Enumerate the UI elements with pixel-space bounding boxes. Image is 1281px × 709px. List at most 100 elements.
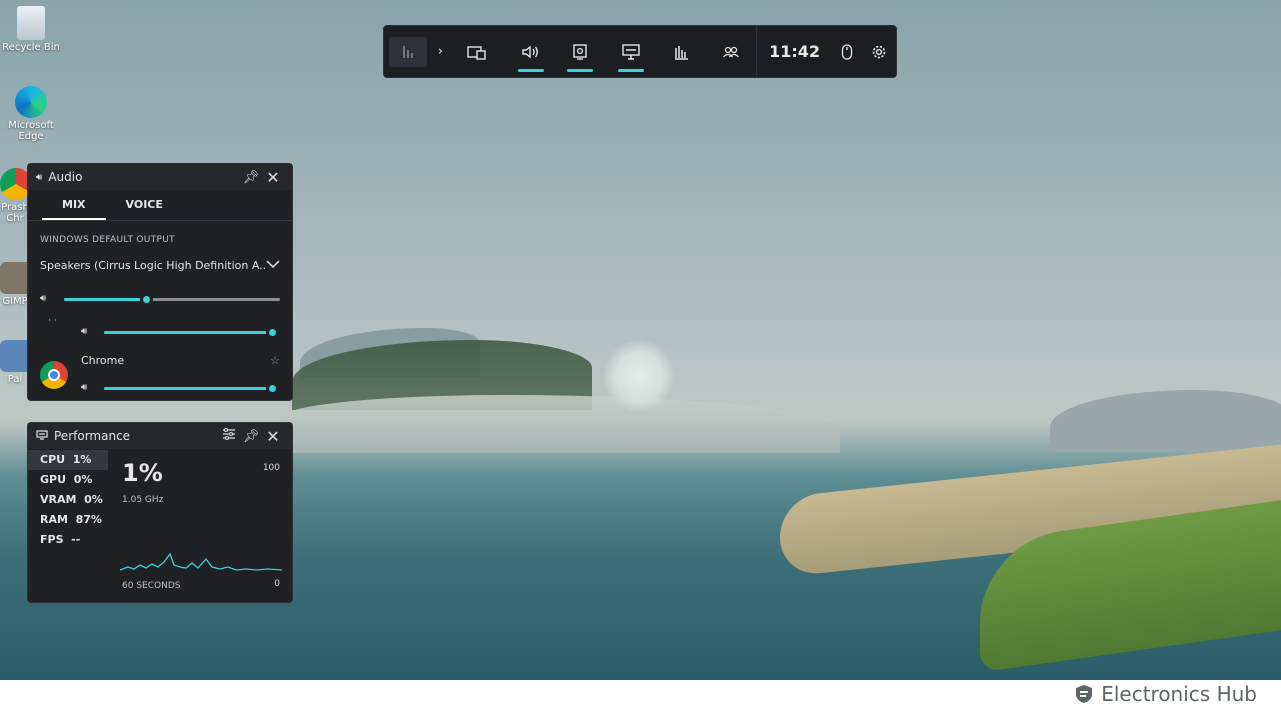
bar-chart-icon	[675, 45, 688, 60]
slider-knob[interactable]	[266, 326, 279, 339]
tab-mix[interactable]: MIX	[42, 190, 106, 220]
recycle-bin-icon	[17, 6, 45, 40]
scenery-sand	[280, 395, 840, 453]
desktop-icon-recycle-bin[interactable]: Recycle Bin	[0, 6, 62, 53]
cpu-usage-graph	[120, 552, 282, 571]
active-indicator	[517, 69, 544, 72]
performance-header: Performance 📌︎ ✕	[28, 423, 292, 449]
capture-icon	[467, 45, 486, 60]
edge-icon	[15, 86, 47, 118]
brand-electronics: Electronics	[1101, 682, 1211, 706]
metric-cpu[interactable]: CPU 1%	[28, 450, 108, 470]
app-icon-partial: · ·	[48, 316, 57, 326]
speaker-icon: 🔊︎	[36, 171, 43, 183]
tab-voice[interactable]: VOICE	[106, 190, 183, 220]
speaker-icon: 🔊︎	[81, 382, 88, 393]
speaker-icon	[521, 45, 538, 58]
chevron-down-icon	[266, 259, 280, 272]
desktop-icon-label: GIMP	[2, 296, 28, 307]
gimp-icon	[0, 262, 30, 294]
capture-button[interactable]	[448, 25, 506, 78]
brand-logo-icon	[1076, 685, 1093, 703]
brand-watermark: Electronics Hub	[1075, 682, 1257, 706]
people-icon	[722, 46, 739, 57]
pin-icon[interactable]: 📌︎	[240, 170, 262, 185]
scenery-sun	[603, 340, 675, 412]
monitor-icon	[36, 429, 48, 443]
cpu-frequency: 1.05 GHz	[122, 495, 164, 505]
performance-widget: Performance 📌︎ ✕ CPU 1% GPU 0% VRAM 0% R…	[27, 422, 293, 603]
resources-widget-button[interactable]	[555, 25, 606, 78]
desktop-icon-chrome[interactable]: Prash Chr	[0, 168, 30, 224]
paint-icon	[0, 340, 30, 372]
metric-label: CPU	[40, 453, 66, 466]
metric-list: CPU 1% GPU 0% VRAM 0% RAM 87% FPS --	[28, 450, 108, 550]
app-name-chrome: Chrome	[81, 354, 125, 367]
stats-widget-button[interactable]	[657, 25, 706, 78]
metric-label: FPS	[40, 533, 64, 546]
slider-knob[interactable]	[266, 382, 279, 395]
graph-min-label: 0	[274, 579, 280, 589]
metric-label: VRAM	[40, 493, 77, 506]
audio-title: Audio	[48, 170, 83, 184]
graph-max-label: 100	[262, 463, 280, 473]
star-icon[interactable]: ☆	[270, 354, 280, 367]
desktop-icon-paint[interactable]: Pai	[0, 340, 30, 385]
bar-chart-icon	[389, 36, 428, 67]
metric-vram[interactable]: VRAM 0%	[28, 490, 108, 510]
metric-value: 87%	[75, 513, 102, 526]
cpu-big-value: 1%	[122, 459, 163, 487]
desktop-icon-label: Microsoft Edge	[8, 120, 54, 142]
watermark-bar: Electronics Hub	[0, 680, 1281, 709]
master-volume-slider[interactable]	[64, 293, 280, 306]
close-icon[interactable]: ✕	[262, 427, 284, 446]
audio-tabs: MIX VOICE	[28, 190, 292, 221]
pin-icon[interactable]: 📌︎	[240, 429, 262, 444]
metric-label: RAM	[40, 513, 68, 526]
settings-button[interactable]	[862, 25, 896, 78]
monitor-icon	[622, 43, 640, 60]
metric-value: 1%	[72, 453, 92, 466]
widget-menu-button[interactable]	[384, 25, 433, 78]
active-indicator	[618, 69, 645, 72]
speaker-icon: 🔊︎	[81, 326, 88, 337]
brand-hub: Hub	[1216, 682, 1257, 706]
desktop-icon-gimp[interactable]: GIMP	[0, 262, 30, 307]
metric-value: 0%	[84, 493, 103, 506]
gear-icon	[872, 45, 886, 58]
desktop-icon-label: Prash Chr	[1, 202, 29, 224]
metric-value: --	[71, 533, 81, 546]
social-widget-button[interactable]	[705, 25, 756, 78]
audio-widget-button[interactable]	[506, 25, 555, 78]
metric-value: 0%	[73, 473, 93, 486]
close-icon[interactable]: ✕	[262, 168, 284, 187]
output-device-name: Speakers (Cirrus Logic High Definition A…	[40, 259, 266, 272]
slider-fill	[104, 387, 272, 390]
chrome-volume-slider[interactable]	[104, 382, 279, 395]
section-label: WINDOWS DEFAULT OUTPUT	[40, 235, 175, 245]
performance-widget-button[interactable]	[606, 25, 657, 78]
metric-gpu[interactable]: GPU 0%	[28, 470, 108, 490]
slider-knob[interactable]	[140, 293, 154, 306]
clock: 11:42	[769, 42, 821, 61]
audio-header: 🔊︎ Audio 📌︎ ✕	[28, 164, 292, 190]
resources-icon	[573, 43, 588, 60]
scenery-hill-right	[1050, 390, 1281, 452]
metric-fps[interactable]: FPS --	[28, 530, 108, 550]
desktop-icon-edge[interactable]: Microsoft Edge	[0, 86, 62, 142]
app-volume-slider[interactable]	[104, 326, 279, 339]
output-device-select[interactable]: Speakers (Cirrus Logic High Definition A…	[40, 259, 280, 272]
audio-widget: 🔊︎ Audio 📌︎ ✕ MIX VOICE WINDOWS DEFAULT …	[27, 163, 293, 401]
desktop-background: Recycle Bin Microsoft Edge Prash Chr GIM…	[0, 0, 1281, 680]
options-icon[interactable]	[218, 428, 240, 444]
mouse-icon	[841, 43, 853, 60]
metric-ram[interactable]: RAM 87%	[28, 510, 108, 530]
desktop-icon-label: Pai	[7, 374, 23, 385]
slider-fill	[64, 298, 147, 301]
desktop-icon-label: Recycle Bin	[2, 42, 60, 53]
mouse-button[interactable]	[832, 25, 862, 78]
chevron-right-icon[interactable]: ›	[433, 25, 448, 78]
graph-time-window: 60 SECONDS	[122, 581, 181, 591]
performance-title: Performance	[54, 429, 131, 443]
metric-label: GPU	[40, 473, 67, 486]
